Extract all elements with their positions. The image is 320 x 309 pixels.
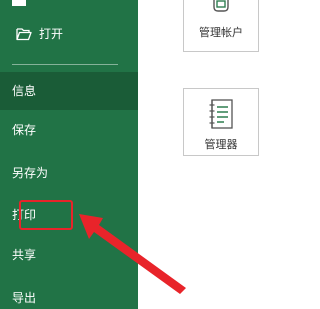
menu-item-export-label: 导出 [12, 291, 37, 305]
menu-item-info[interactable]: 信息 [0, 72, 138, 110]
manage-account-label: 管理帐户 [199, 26, 243, 39]
notebook-icon [209, 99, 233, 129]
menu-item-save[interactable]: 保存 [0, 119, 138, 141]
manager-label: 管理器 [204, 138, 238, 151]
menu-item-save-as-label: 另存为 [12, 166, 49, 180]
menu-item-info-label: 信息 [12, 84, 37, 98]
menu-item-print[interactable]: 打印 [0, 203, 138, 227]
menu-item-open[interactable]: 打开 [0, 24, 138, 44]
folder-open-icon [16, 28, 32, 41]
menu-item-share-label: 共享 [12, 248, 37, 262]
backstage-sidebar: 打开 信息 保存 另存为 打印 共享 导出 [0, 0, 138, 309]
account-icon [213, 0, 229, 12]
menu-item-print-label: 打印 [12, 208, 37, 222]
menu-item-open-label: 打开 [39, 27, 64, 41]
menu-item-share[interactable]: 共享 [0, 244, 138, 266]
menu-item-save-as[interactable]: 另存为 [0, 162, 138, 184]
menu-item-save-label: 保存 [12, 123, 37, 137]
manager-button[interactable]: 管理器 [183, 88, 259, 156]
menu-item-export[interactable]: 导出 [0, 287, 138, 309]
manage-account-button[interactable]: 管理帐户 [183, 0, 259, 52]
back-button-fragment[interactable] [12, 0, 26, 6]
menu-divider [12, 64, 118, 65]
